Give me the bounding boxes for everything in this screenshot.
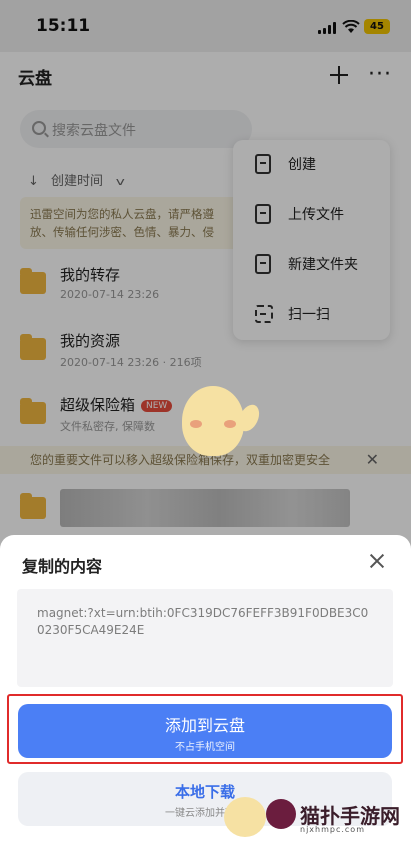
watermark-mascot-icon xyxy=(224,797,266,837)
highlight-box xyxy=(7,694,403,764)
watermark-sub: njxhmpc.com xyxy=(300,825,365,834)
clipboard-content: magnet:?xt=urn:btih:0FC319DC76FEFF3B91F0… xyxy=(17,589,393,687)
mascot-image xyxy=(172,378,264,466)
watermark-logo-icon xyxy=(266,799,296,829)
sheet-title: 复制的内容 xyxy=(22,557,103,576)
watermark: 猫扑手游网 njxhmpc.com xyxy=(224,795,404,841)
close-icon[interactable] xyxy=(365,549,389,573)
